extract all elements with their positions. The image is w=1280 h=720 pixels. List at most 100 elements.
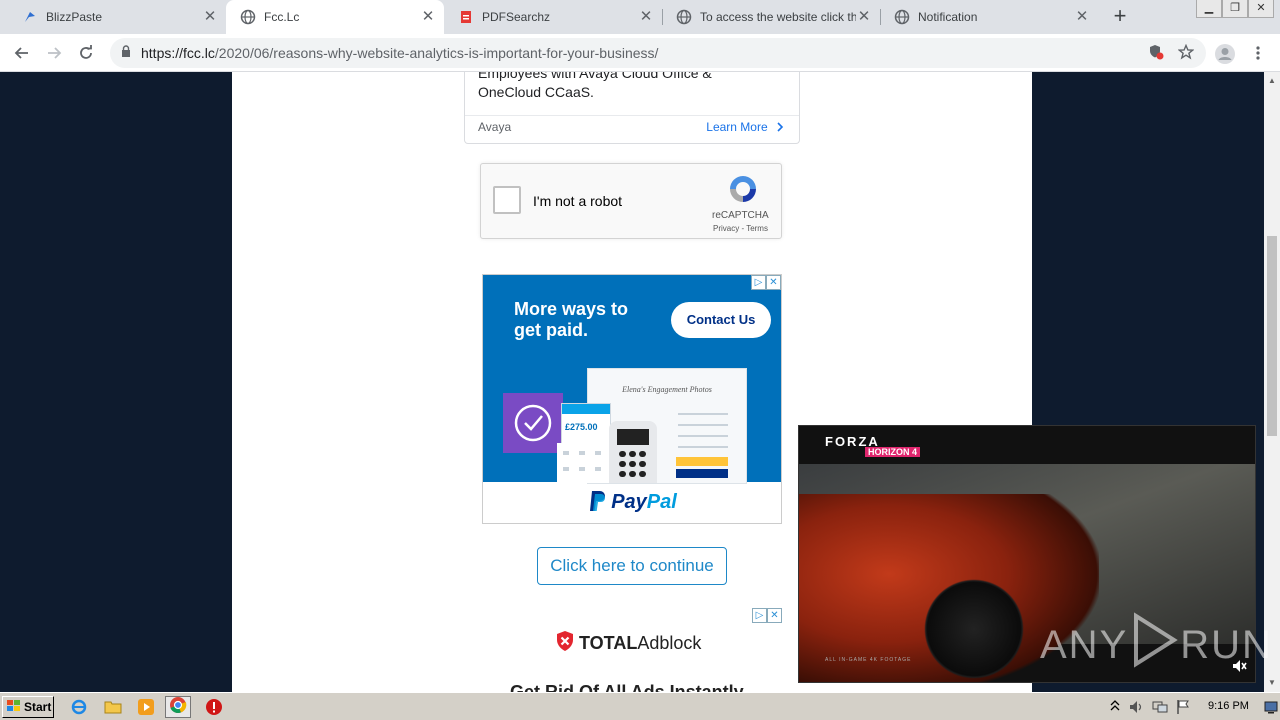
folder-icon[interactable] [102, 696, 124, 718]
avaya-ad-card[interactable]: Employees with Avaya Cloud Office & OneC… [464, 72, 800, 144]
adblock-headline: Get Rid Of All Ads Instantly [510, 682, 744, 692]
adchoices-icon[interactable]: ▷ [751, 275, 766, 290]
system-tray: 9:16 PM [1104, 696, 1278, 718]
url-text: https://fcc.lc/2020/06/reasons-why-websi… [141, 45, 658, 61]
payment-price: £275.00 [565, 422, 598, 432]
ie-icon[interactable] [68, 696, 90, 718]
paypal-ad[interactable]: More ways to get paid. Contact Us Elena'… [482, 274, 782, 524]
menu-kebab-icon[interactable] [1250, 45, 1266, 66]
tab-title: Notification [918, 10, 978, 24]
mockup-line [678, 413, 728, 415]
learn-more-label: Learn More [706, 120, 768, 134]
scrollbar-thumb[interactable] [1267, 236, 1277, 436]
close-ad-icon[interactable]: ✕ [766, 275, 781, 290]
recaptcha-privacy-terms[interactable]: Privacy - Terms [713, 224, 768, 233]
url-host: https://fcc.lc [141, 45, 215, 61]
tab-title: BlizzPaste [46, 10, 103, 24]
tab-separator [662, 9, 663, 25]
back-arrow-icon[interactable] [10, 41, 34, 65]
volume-icon[interactable] [1128, 699, 1144, 720]
play-triangle-icon [1128, 612, 1180, 678]
recaptcha-logo-icon [727, 173, 759, 210]
video-footer: ALL IN-GAME 4K FOOTAGE [825, 657, 912, 663]
close-tab-icon[interactable]: ✕ [638, 9, 654, 25]
page-scrollbar[interactable]: ▲ ▼ [1264, 72, 1280, 692]
tray-expand-icon[interactable] [1110, 699, 1120, 718]
globe-icon [676, 9, 692, 25]
shield-blocked-icon[interactable] [1148, 44, 1164, 65]
start-label: Start [24, 700, 52, 714]
learn-more-link[interactable]: Learn More [706, 120, 785, 134]
tab-notification[interactable]: Notification ✕ [880, 0, 1098, 34]
forza-logo: FORZA HORIZON 4 [825, 434, 921, 457]
contact-us-button[interactable]: Contact Us [671, 302, 771, 338]
bookmark-star-icon[interactable] [1177, 43, 1195, 65]
tab-strip: BlizzPaste ✕ Fcc.Lc ✕ PDFSearchz ✕ To ac… [0, 0, 1280, 34]
address-bar[interactable]: https://fcc.lc/2020/06/reasons-why-websi… [110, 38, 1206, 68]
stop-alert-icon[interactable] [203, 696, 225, 718]
chrome-icon [169, 696, 187, 719]
mockup-paypal-button [676, 457, 728, 466]
show-desktop-icon[interactable] [1264, 700, 1278, 719]
media-player-icon[interactable] [135, 696, 157, 718]
chrome-taskbar-button[interactable] [165, 696, 191, 718]
recaptcha-checkbox[interactable] [493, 186, 521, 214]
tab-blizzpaste[interactable]: BlizzPaste ✕ [8, 0, 226, 34]
paypal-logo: PayPal [483, 490, 781, 514]
restore-icon[interactable]: ❐ [1222, 0, 1248, 18]
clock[interactable]: 9:16 PM [1208, 700, 1249, 712]
anyrun-watermark: ANY RUN [1040, 612, 1273, 678]
tab-pdfsearchz[interactable]: PDFSearchz ✕ [444, 0, 662, 34]
tab-title: Fcc.Lc [264, 10, 300, 24]
paypal-logo-pal: Pal [646, 491, 677, 513]
mockup-line [678, 446, 728, 448]
globe-icon [240, 9, 256, 25]
minimize-icon[interactable]: ▁ [1196, 0, 1222, 18]
blizzpaste-favicon-icon [22, 9, 38, 25]
close-tab-icon[interactable]: ✕ [1074, 9, 1090, 25]
ad-brand: Avaya [478, 120, 512, 134]
recaptcha-label: I'm not a robot [533, 193, 623, 209]
globe-icon [894, 9, 910, 25]
lock-icon [121, 45, 131, 63]
pdfsearchz-favicon-icon [458, 9, 474, 25]
close-tab-icon[interactable]: ✕ [856, 9, 872, 25]
tab-title: To access the website click the ' [700, 10, 856, 24]
ad-headline: Employees with Avaya Cloud Office & OneC… [478, 72, 712, 100]
action-center-flag-icon[interactable] [1176, 699, 1190, 720]
adchoices-icon[interactable]: ▷ [752, 608, 767, 623]
paypal-ad-headline: More ways to get paid. [514, 299, 629, 340]
close-tab-icon[interactable]: ✕ [202, 9, 218, 25]
card-reader-icon [609, 421, 657, 483]
mockup-title: Elena's Engagement Photos [622, 385, 712, 394]
mockup-line [678, 435, 728, 437]
paypal-logo-pay: Pay [611, 491, 647, 513]
tab-separator [880, 9, 881, 25]
brand-rest: Adblock [637, 633, 702, 653]
ad-choices[interactable]: ▷ ✕ [751, 275, 781, 290]
window-controls: ▁ ❐ ✕ [1196, 0, 1274, 18]
keypad-mockup [557, 443, 613, 483]
close-ad-icon[interactable]: ✕ [767, 608, 782, 623]
ad-choices[interactable]: ▷ ✕ [752, 608, 782, 623]
start-button[interactable]: Start [2, 696, 54, 718]
total-adblock-logo: TOTAL Adblock [555, 630, 701, 657]
profile-avatar-icon[interactable] [1214, 43, 1236, 70]
reload-icon[interactable] [74, 41, 98, 65]
mockup-line [678, 424, 728, 426]
checkmark-badge-icon [503, 393, 563, 453]
mockup-paypal-button [676, 469, 728, 478]
total-adblock-ad[interactable]: ▷ ✕ TOTAL Adblock [537, 608, 782, 656]
forward-arrow-icon[interactable] [42, 41, 66, 65]
close-window-icon[interactable]: ✕ [1248, 0, 1274, 18]
tab-title: PDFSearchz [482, 10, 551, 24]
tab-fcc[interactable]: Fcc.Lc ✕ [226, 0, 444, 34]
scroll-down-icon[interactable]: ▼ [1268, 678, 1276, 687]
tab-access-website[interactable]: To access the website click the ' ✕ [662, 0, 880, 34]
network-icon[interactable] [1152, 699, 1168, 720]
click-to-continue-button[interactable]: Click here to continue [537, 547, 727, 585]
new-tab-button[interactable]: + [1108, 5, 1132, 29]
close-tab-icon[interactable]: ✕ [420, 9, 436, 25]
windows-logo-icon [6, 699, 24, 716]
scroll-up-icon[interactable]: ▲ [1268, 76, 1276, 85]
